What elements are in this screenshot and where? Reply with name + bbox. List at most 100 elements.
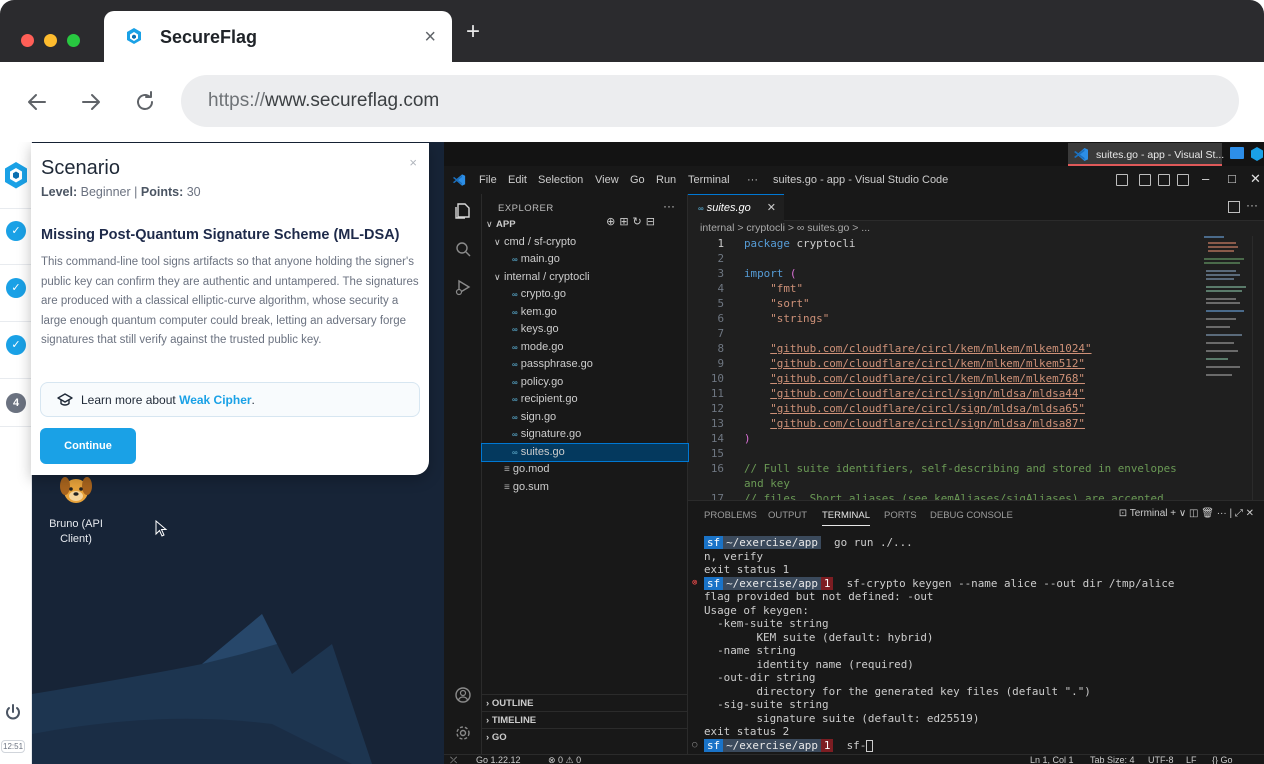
terminal-output-line: -sig-suite string	[704, 698, 828, 712]
secureflag-tray-icon[interactable]	[1250, 146, 1264, 162]
tree-file[interactable]: ∞ passphrase.go	[482, 356, 688, 374]
step-1-done[interactable]: ✓	[6, 221, 26, 241]
command-decoration-icon[interactable]: ⊗	[692, 577, 697, 591]
minimize-icon[interactable]: –	[1202, 171, 1209, 186]
menu-more[interactable]: ···	[747, 174, 758, 186]
terminal-text: KEM suite (default: hybrid)	[704, 630, 934, 644]
toggle-sidebar-icon[interactable]	[1139, 174, 1151, 186]
step-2-done[interactable]: ✓	[6, 278, 26, 298]
browser-tab[interactable]: SecureFlag ×	[104, 11, 452, 62]
vm-taskbar-vscode-item[interactable]: suites.go - app - Visual St...	[1068, 143, 1224, 166]
maximize-window-button[interactable]	[67, 34, 80, 47]
bruno-label[interactable]: Bruno (API Client)	[42, 517, 110, 547]
status-position[interactable]: Ln 1, Col 1	[1030, 755, 1074, 764]
scenario-close-icon[interactable]: ×	[409, 155, 417, 170]
menu-go[interactable]: Go	[630, 174, 645, 186]
address-bar[interactable]: https://www.secureflag.com	[181, 75, 1239, 127]
breadcrumb[interactable]: internal > cryptocli > ∞ suites.go > ...	[700, 222, 870, 234]
tree-folder[interactable]: ∨ cmd / sf-crypto	[482, 234, 688, 252]
tab-terminal[interactable]: TERMINAL	[822, 510, 871, 526]
editor-more-icon[interactable]: ···	[1246, 198, 1258, 212]
weak-cipher-link[interactable]: Weak Cipher	[179, 393, 251, 407]
tree-file[interactable]: ≡ go.mod	[482, 461, 688, 479]
close-icon[interactable]: ✕	[1250, 171, 1261, 187]
terminal-text: signature suite (default: ed25519)	[704, 711, 980, 725]
toggle-secondary-sidebar-icon[interactable]	[1177, 174, 1189, 186]
status-eol[interactable]: LF	[1186, 755, 1197, 764]
panel-toolbar[interactable]: ⊡ Terminal + ∨ ◫ 🗑 ··· | ⤢ ✕	[1119, 508, 1254, 519]
step-3-done[interactable]: ✓	[6, 335, 26, 355]
learn-more-prefix: Learn more about	[81, 393, 176, 407]
close-window-button[interactable]	[21, 34, 34, 47]
maximize-icon[interactable]: □	[1228, 171, 1236, 186]
minimap[interactable]	[1204, 236, 1250, 436]
new-tab-button[interactable]: +	[466, 20, 480, 44]
terminal-command: go run ./...	[834, 536, 913, 549]
tree-file[interactable]: ≡ go.sum	[482, 479, 688, 497]
tab-output[interactable]: OUTPUT	[768, 510, 807, 521]
tree-file[interactable]: ∞ keys.go	[482, 321, 688, 339]
section-go[interactable]: › GO	[482, 728, 688, 745]
search-icon[interactable]	[454, 240, 472, 258]
line-number: 5	[717, 297, 724, 310]
status-language[interactable]: {} Go	[1212, 755, 1233, 764]
tree-file[interactable]: ∞ crypto.go	[482, 286, 688, 304]
run-debug-icon[interactable]	[454, 278, 472, 296]
step-4-current[interactable]: 4	[6, 393, 26, 413]
menu-terminal[interactable]: Terminal	[688, 174, 730, 186]
prompt-user: sf	[704, 738, 724, 752]
reload-icon[interactable]	[131, 88, 159, 116]
back-arrow-icon[interactable]	[23, 88, 51, 116]
remote-indicator-icon[interactable]: ⤫	[450, 755, 457, 764]
monitor-icon[interactable]	[1230, 147, 1244, 159]
status-problems[interactable]: ⊗ 0 ⚠ 0	[548, 755, 581, 764]
editor-tab-close-icon[interactable]: ✕	[767, 195, 776, 221]
tree-file[interactable]: ∞ kem.go	[482, 304, 688, 322]
tree-folder[interactable]: ∨ internal / cryptocli	[482, 269, 688, 287]
tree-file[interactable]: ∞ signature.go	[482, 426, 688, 444]
tab-problems[interactable]: PROBLEMS	[704, 510, 757, 521]
forward-arrow-icon[interactable]	[77, 88, 105, 116]
menu-view[interactable]: View	[595, 174, 619, 186]
tree-root-folder[interactable]: ∨ APP	[482, 216, 688, 234]
menu-edit[interactable]: Edit	[508, 174, 527, 186]
status-tab-size[interactable]: Tab Size: 4	[1090, 755, 1135, 764]
continue-button[interactable]: Continue	[40, 428, 136, 464]
tree-file[interactable]: ∞ main.go	[482, 251, 688, 269]
tab-ports[interactable]: PORTS	[884, 510, 917, 521]
code-editor[interactable]: 1 package cryptocli 2 3 import (4 "fmt" 5 "so…	[688, 236, 1198, 500]
explorer-more-icon[interactable]: ···	[663, 199, 675, 213]
section-timeline[interactable]: › TIMELINE	[482, 711, 688, 728]
menu-run[interactable]: Run	[656, 174, 676, 186]
status-encoding[interactable]: UTF-8	[1148, 755, 1174, 764]
editor-tab-suites-go[interactable]: ∞ suites.go ✕	[688, 194, 784, 221]
explorer-files-icon[interactable]	[454, 202, 472, 220]
settings-gear-icon[interactable]	[454, 724, 472, 742]
secureflag-logo-icon[interactable]	[2, 160, 30, 192]
tree-file[interactable]: ∞ policy.go	[482, 374, 688, 392]
account-icon[interactable]	[454, 686, 472, 704]
layout-customize-icon[interactable]	[1116, 174, 1128, 186]
menu-selection[interactable]: Selection	[538, 174, 583, 186]
tree-file[interactable]: ∞ mode.go	[482, 339, 688, 357]
tree-file[interactable]: ∞ sign.go	[482, 409, 688, 427]
tree-file[interactable]: ∞ recipient.go	[482, 391, 688, 409]
power-icon[interactable]	[4, 703, 22, 721]
menu-file[interactable]: File	[479, 174, 497, 186]
toggle-panel-icon[interactable]	[1158, 174, 1170, 186]
prompt-path: ~/exercise/app	[723, 576, 821, 590]
status-go-version[interactable]: Go 1.22.12	[476, 755, 521, 764]
bruno-dog-icon[interactable]	[58, 472, 94, 508]
section-timeline-label: TIMELINE	[491, 715, 537, 726]
split-editor-icon[interactable]	[1228, 201, 1240, 213]
tree-file[interactable]: ∞ suites.go	[481, 442, 689, 462]
minimize-window-button[interactable]	[44, 34, 57, 47]
section-outline[interactable]: › OUTLINE	[482, 694, 688, 711]
tab-close-icon[interactable]: ×	[424, 27, 436, 47]
activity-bar	[444, 194, 482, 764]
app-sidebar: ✓ ✓ ✓ 4 12:51	[0, 142, 32, 764]
go-file-icon: ∞	[512, 430, 518, 439]
editor-scrollbar[interactable]	[1252, 236, 1262, 500]
command-decoration-icon[interactable]: ○	[692, 739, 697, 753]
tab-debug-console[interactable]: DEBUG CONSOLE	[930, 510, 1013, 521]
